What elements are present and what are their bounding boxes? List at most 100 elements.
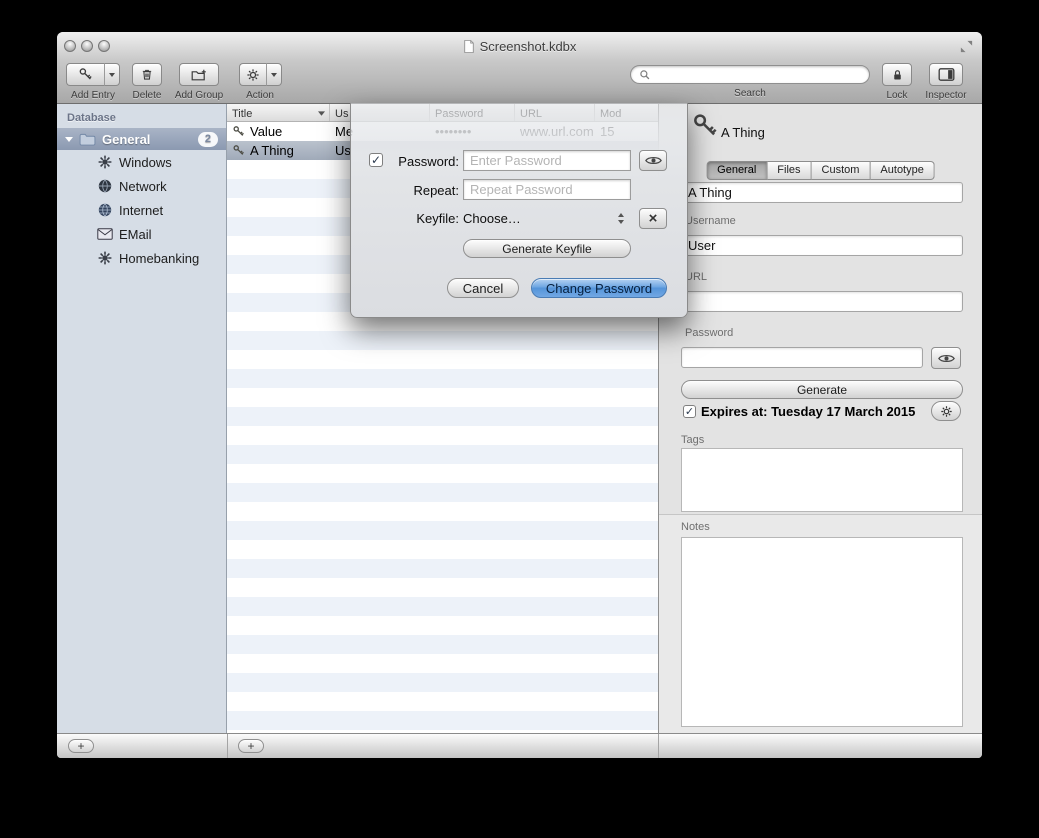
url-field[interactable] [681,291,963,312]
window-title: Screenshot.kdbx [57,39,982,54]
inspector-panel-icon [938,68,955,81]
sidebar-section-header: Database [57,104,226,128]
dialog-keyfile-label: Keyfile: [381,211,459,226]
reveal-password-button[interactable] [931,347,961,369]
add-group-button[interactable] [179,63,219,86]
network-globe-icon [97,178,113,194]
sidebar-item-label: Internet [119,203,163,218]
inspector-tabs: General Files Custom Autotype [706,161,935,180]
entry-count-badge: 2 [198,132,218,147]
key-icon [232,144,245,157]
add-group-label: Add Group [171,90,227,101]
search-label: Search [630,88,870,99]
notes-field[interactable] [681,537,963,727]
reveal-dialog-password-button[interactable] [639,150,667,171]
search-icon [639,69,651,81]
bottom-bar: + + [57,733,982,758]
chevron-down-icon [271,73,277,77]
generate-password-button[interactable]: Generate [681,380,963,399]
inspector-toggle-button[interactable] [929,63,963,86]
key-icon [691,112,719,140]
entry-title: Value [250,122,282,141]
chevron-down-icon [109,73,115,77]
tab-autotype[interactable]: Autotype [870,161,934,180]
add-entry-menu-button[interactable] [104,63,120,86]
window-header: Screenshot.kdbx Add Entry [57,32,982,104]
username-field[interactable] [681,235,963,256]
sidebar-item-email[interactable]: EMail [57,222,226,246]
password-field[interactable] [681,347,923,368]
lock-label: Lock [879,90,915,101]
envelope-icon [97,226,113,242]
divider [227,734,228,758]
sidebar-item-label: EMail [119,227,152,242]
desktop-background: Screenshot.kdbx Add Entry [0,0,1039,838]
gear-icon [97,154,113,170]
lock-button[interactable] [882,63,912,86]
password-label: Password [685,327,733,339]
inspector-entry-title: A Thing [721,125,765,140]
tab-custom[interactable]: Custom [812,161,871,180]
sidebar-group-general[interactable]: General 2 [57,128,226,150]
inspector-label: Inspector [919,90,973,101]
dialog-password-label: Password: [381,154,459,169]
search-input[interactable] [655,67,861,83]
title-field[interactable] [681,182,963,203]
dialog-repeat-input[interactable] [463,179,631,200]
key-icon [232,125,245,138]
action-menu-button[interactable] [266,63,282,86]
delete-button[interactable] [132,63,162,86]
add-entry-group: Add Entry [66,63,120,101]
gear-icon [940,405,953,418]
inspector-toggle-group: Inspector [919,63,973,101]
change-password-button[interactable]: Change Password [531,278,667,298]
keyfile-popup-value: Choose… [463,211,521,226]
disclosure-triangle-icon[interactable] [65,137,73,142]
tab-general[interactable]: General [706,161,767,180]
fullscreen-icon[interactable] [959,39,974,54]
document-icon [463,39,475,54]
key-icon [78,67,93,82]
generate-keyfile-button[interactable]: Generate Keyfile [463,239,631,258]
add-entry-button[interactable] [66,63,104,86]
change-password-sheet: ✓ Password: Repeat: Keyfile: Choose… × G… [350,103,688,318]
column-header-title[interactable]: Title [227,104,330,121]
inspector-panel: A Thing General Files Custom Autotype Us… [658,104,982,733]
add-group-plus-button[interactable]: + [68,739,94,753]
sidebar-item-windows[interactable]: Windows [57,150,226,174]
expires-checkbox[interactable]: ✓ [683,405,696,418]
action-button[interactable] [239,63,266,86]
gear-icon [246,68,260,82]
sidebar-item-label: Network [119,179,167,194]
popup-stepper-icon [617,212,625,225]
sidebar-item-internet[interactable]: Internet [57,198,226,222]
expires-label: Expires at: Tuesday 17 March 2015 [701,404,915,419]
sort-indicator-icon [318,111,325,116]
checkmark-icon: ✓ [371,153,381,167]
username-label: Username [685,215,736,227]
clear-keyfile-button[interactable]: × [639,208,667,229]
folder-plus-icon [191,68,207,82]
action-label: Action [238,90,282,101]
delete-group: Delete [127,63,167,101]
cancel-button[interactable]: Cancel [447,278,519,298]
tags-field[interactable] [681,448,963,512]
add-entry-plus-button[interactable]: + [238,739,264,753]
gear-icon [97,250,113,266]
search-field[interactable] [630,65,870,84]
tab-files[interactable]: Files [767,161,811,180]
search-group: Search [630,65,870,99]
keyfile-popup-button[interactable]: Choose… [463,208,631,229]
dialog-password-input[interactable] [463,150,631,171]
close-icon: × [649,210,658,227]
trash-icon [140,67,154,82]
url-label: URL [685,271,707,283]
notes-label: Notes [681,521,710,533]
lock-group: Lock [879,63,915,101]
internet-globe-icon [97,202,113,218]
checkmark-icon: ✓ [685,405,694,418]
sidebar-item-label: Windows [119,155,172,170]
expires-options-button[interactable] [931,401,961,421]
sidebar-item-network[interactable]: Network [57,174,226,198]
sidebar-item-homebanking[interactable]: Homebanking [57,246,226,270]
